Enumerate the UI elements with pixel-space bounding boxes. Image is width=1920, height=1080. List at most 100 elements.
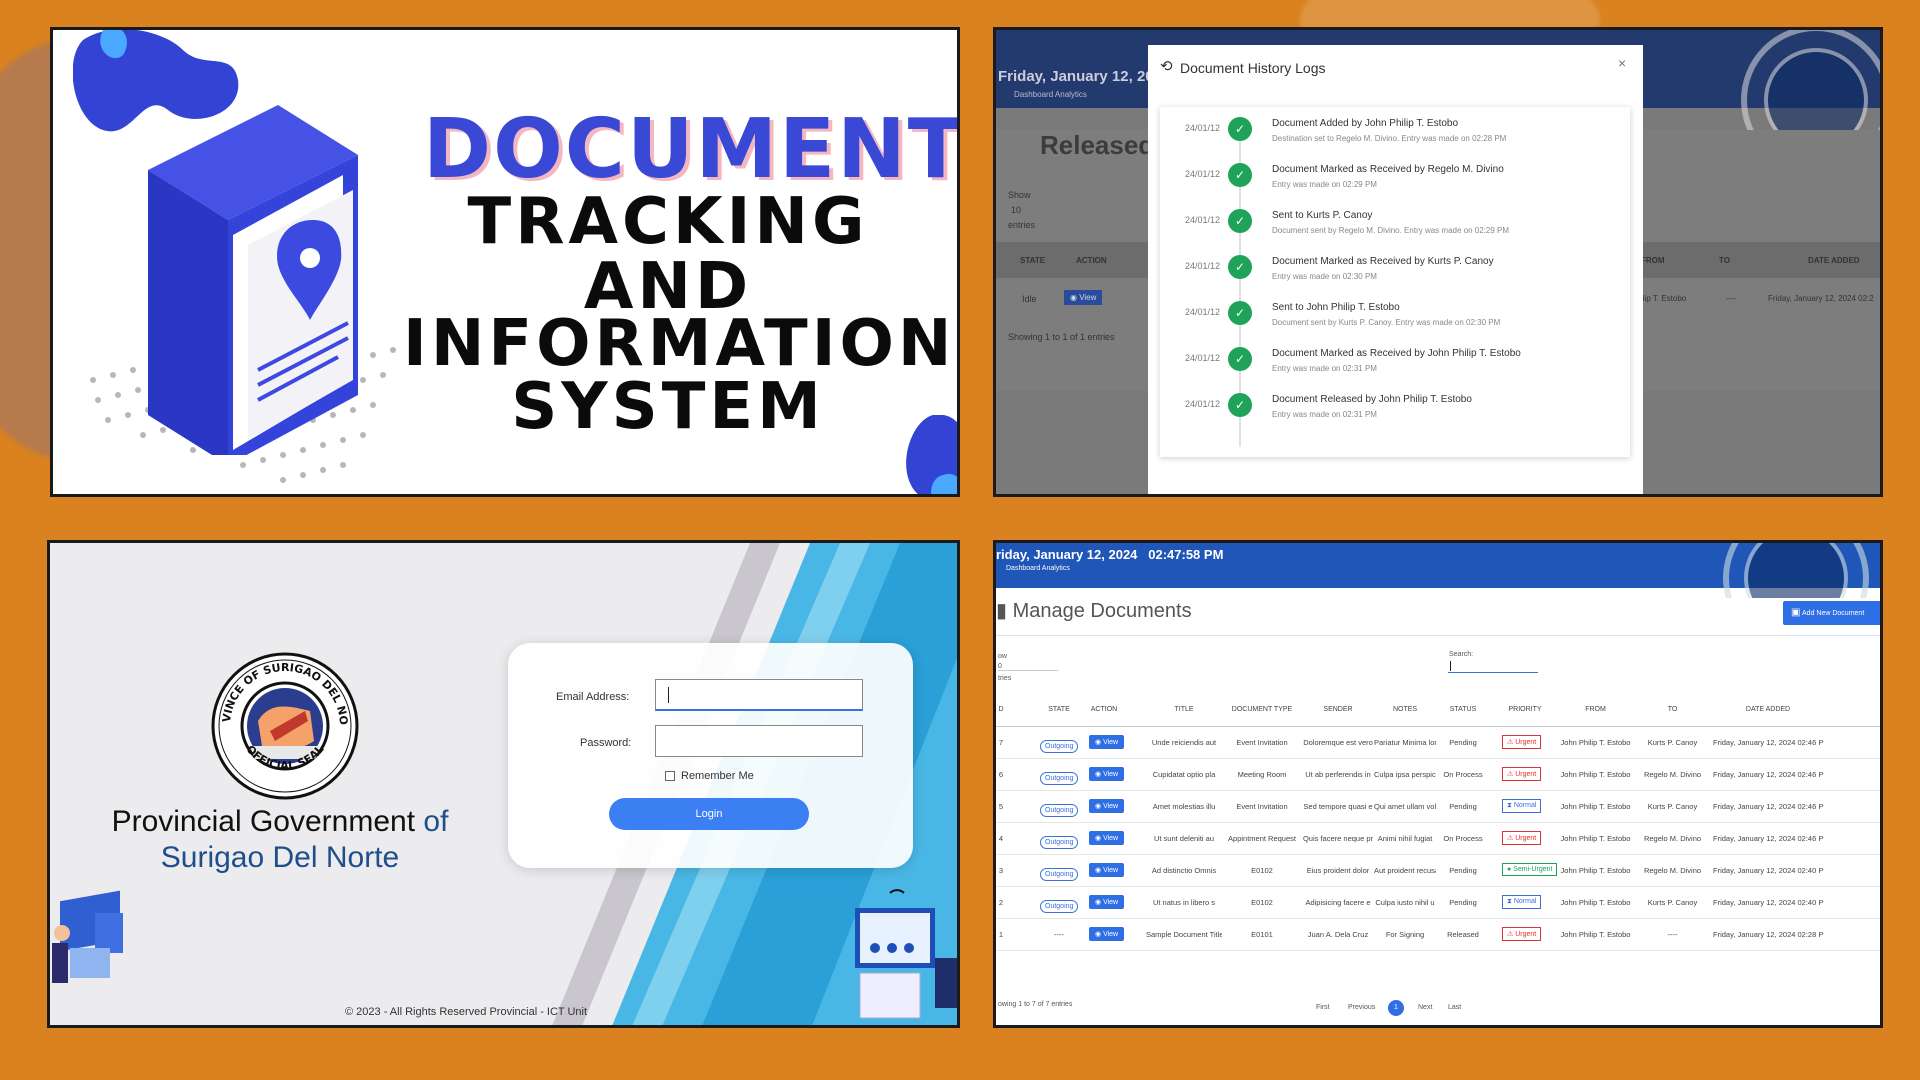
cell-id: 6 xyxy=(998,770,1004,779)
pager-last[interactable]: Last xyxy=(1448,1004,1461,1011)
view-label: View xyxy=(1103,771,1119,778)
view-button[interactable]: ◉ View xyxy=(1089,767,1125,781)
log-date: 24/01/12 xyxy=(1185,353,1221,363)
email-field[interactable] xyxy=(655,679,863,711)
timeline-card: 24/01/12 ✓ Document Added by John Philip T… xyxy=(1160,107,1630,457)
cell-title: Unde reiciendis aut xyxy=(1151,738,1217,747)
cell-to: Regelo M. Divino xyxy=(1643,770,1702,779)
pager-previous[interactable]: Previous xyxy=(1348,1004,1375,1011)
priority-label: Urgent xyxy=(1515,771,1537,778)
priority-badge: ● Semi-Urgent xyxy=(1502,863,1558,876)
entries-select[interactable]: 10 xyxy=(1011,205,1021,215)
add-document-button[interactable]: ▣ Add New Document xyxy=(1783,601,1880,625)
cell-sender: Eius proident dolor xyxy=(1306,866,1370,875)
show-label: Show xyxy=(1008,190,1031,200)
table-header: D STATE ACTION TITLE DOCUMENT TYPE SENDER NOTE… xyxy=(996,693,1880,727)
history-panel: Friday, January 12, 20 Dashboard Analyti… xyxy=(993,27,1883,497)
password-label: Password: xyxy=(580,737,632,749)
column-header[interactable]: STATUS xyxy=(1436,706,1490,713)
column-header[interactable]: DOCUMENT TYPE xyxy=(1222,706,1302,713)
cell-status: Pending xyxy=(1449,802,1477,811)
pager-first[interactable]: First xyxy=(1316,1004,1330,1011)
state-label: Outgoing xyxy=(1040,836,1079,849)
cell-to: Regelo M. Divino xyxy=(1643,834,1702,843)
view-button[interactable]: ◉ View xyxy=(1089,895,1125,909)
state-label: Outgoing xyxy=(1040,740,1079,753)
view-label: View xyxy=(1103,899,1119,906)
col-to: TO xyxy=(1719,256,1730,265)
cell-sender: Juan A. Dela Cruz xyxy=(1307,930,1369,939)
entries-select[interactable]: 0 xyxy=(998,663,1058,671)
check-circle-icon: ✓ xyxy=(1228,347,1252,371)
cell-type: E0102 xyxy=(1251,866,1273,875)
log-title: Document Marked as Received by Kurts P. … xyxy=(1272,256,1494,267)
cell-notes: For Signing xyxy=(1385,930,1425,939)
column-header[interactable]: PRIORITY xyxy=(1490,706,1560,713)
column-header[interactable]: DATE ADDED xyxy=(1713,706,1823,713)
view-button[interactable]: ◉ View xyxy=(1089,799,1125,813)
priority-label: Normal xyxy=(1513,802,1537,809)
modal-close-button[interactable]: × xyxy=(1618,55,1626,71)
priority-label: Urgent xyxy=(1515,835,1537,842)
priority-badge: ⚠ Urgent xyxy=(1502,831,1542,845)
login-button[interactable]: Login xyxy=(609,798,809,830)
col-action: ACTION xyxy=(1076,256,1107,265)
eye-icon: ◉ xyxy=(1095,899,1104,906)
search-input[interactable] xyxy=(1448,661,1538,673)
column-header[interactable]: ACTION xyxy=(1084,706,1124,713)
cell-type: Appintment Request xyxy=(1228,834,1296,843)
eye-icon: ◉ xyxy=(1095,771,1104,778)
official-seal-icon: PROVINCE OF SURIGAO DEL NORTE OFFICIAL S… xyxy=(210,651,359,800)
log-date: 24/01/12 xyxy=(1185,399,1221,409)
cell-sender: Doloremque est vero xyxy=(1303,738,1373,747)
column-header[interactable]: TO xyxy=(1632,706,1713,713)
pager-next[interactable]: Next xyxy=(1418,1004,1432,1011)
cell-title: Ut sunt deleniti au xyxy=(1153,834,1215,843)
remember-checkbox[interactable] xyxy=(665,771,675,781)
log-detail: Entry was made on 02:30 PM xyxy=(1272,272,1377,281)
pagination: First Previous 1 Next Last xyxy=(1316,1000,1536,1020)
log-entry: 24/01/12 ✓ Document Marked as Received by … xyxy=(1160,343,1630,389)
column-header[interactable]: SENDER xyxy=(1302,706,1374,713)
view-button[interactable]: ◉ View xyxy=(1089,863,1125,877)
cell-from: John Philip T. Estobo xyxy=(1560,898,1631,907)
cell-from: John Philip T. Estobo xyxy=(1560,802,1631,811)
cell-sender: Sed tempore quasi e xyxy=(1303,802,1373,811)
column-header[interactable]: STATE xyxy=(1034,706,1084,713)
person-dashboard-illustration-icon xyxy=(52,890,123,983)
table-row: 1 ---- ◉ View Sample Document Title E0101 Jua… xyxy=(996,919,1880,951)
log-detail: Entry was made on 02:31 PM xyxy=(1272,364,1377,373)
eye-icon: ◉ xyxy=(1095,931,1104,938)
table-row: 4 Outgoing ◉ View Ut sunt deleniti au Appint… xyxy=(996,823,1880,855)
gov-line-1: Provincial Government of xyxy=(70,805,490,839)
view-button[interactable]: ◉ View xyxy=(1089,927,1125,941)
priority-label: Semi-Urgent xyxy=(1513,866,1553,873)
cell-id: 2 xyxy=(998,898,1004,907)
pager-page-1[interactable]: 1 xyxy=(1388,1000,1404,1016)
row-view-button[interactable]: ◉ View xyxy=(1064,290,1103,305)
cell-from: John Philip T. Estobo xyxy=(1560,866,1631,875)
state-badge: Outgoing xyxy=(1040,799,1079,817)
log-entry: 24/01/12 ✓ Sent to John Philip T. Estobo Do… xyxy=(1160,297,1630,343)
cell-status: Pending xyxy=(1449,738,1477,747)
cell-date: Friday, January 12, 2024 02:40 PM xyxy=(1713,898,1823,907)
password-field[interactable] xyxy=(655,725,863,757)
row-date: Friday, January 12, 2024 02:2 xyxy=(1768,294,1874,303)
cell-to: Kurts P. Canoy xyxy=(1647,898,1698,907)
view-label: View xyxy=(1103,867,1119,874)
priority-icon: ⚠ xyxy=(1507,835,1516,842)
view-button[interactable]: ◉ View xyxy=(1089,735,1125,749)
column-header[interactable]: FROM xyxy=(1559,706,1632,713)
cell-sender: Ut ab perferendis in xyxy=(1305,770,1371,779)
log-title: Document Marked as Received by John Phil… xyxy=(1272,348,1521,359)
cell-type: Event Invitation xyxy=(1236,738,1288,747)
view-button[interactable]: ◉ View xyxy=(1089,831,1125,845)
col-date: DATE ADDED xyxy=(1808,256,1860,265)
add-label: Add New Document xyxy=(1802,610,1865,617)
showing-text: Showing 1 to 1 of 1 entries xyxy=(1008,332,1115,342)
column-header[interactable]: NOTES xyxy=(1374,706,1436,713)
log-entry: 24/01/12 ✓ Document Marked as Received by … xyxy=(1160,159,1630,205)
log-entry: 24/01/12 ✓ Sent to Kurts P. Canoy Document … xyxy=(1160,205,1630,251)
column-header[interactable]: D xyxy=(996,706,1006,713)
column-header[interactable]: TITLE xyxy=(1146,706,1222,713)
